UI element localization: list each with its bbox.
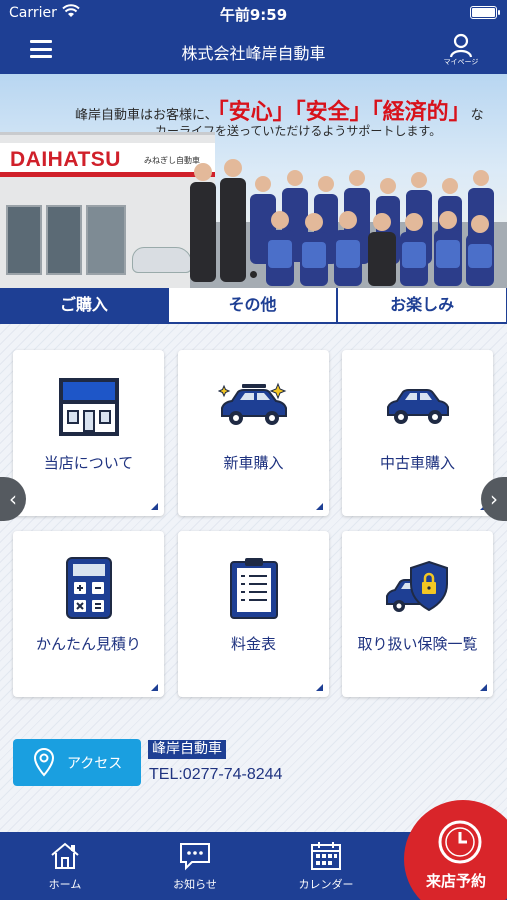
tab-fun[interactable]: お楽しみ	[338, 288, 507, 322]
chevron-right-icon: ›	[490, 487, 498, 511]
tile-label: 料金表	[230, 635, 276, 653]
status-time: 午前9:59	[219, 6, 288, 24]
nav-calendar[interactable]: カレンダー	[281, 840, 371, 892]
nav-bar: 株式会社峰岸自動車 マイページ	[0, 28, 507, 74]
chevron-left-icon: ‹	[9, 487, 17, 511]
access-button-label: アクセス	[67, 756, 123, 772]
tile-label: 当店について	[43, 454, 134, 472]
mypage-button[interactable]: マイページ	[443, 33, 479, 67]
hero-tagline-post: な	[470, 108, 484, 123]
hero-banner[interactable]: 峰岸自動車はお客様に、「安心」「安全」「経済的」な カーライフを送っていただける…	[0, 74, 507, 288]
price-list-icon	[229, 558, 278, 619]
nav-home[interactable]: ホーム	[20, 840, 110, 892]
user-icon	[449, 33, 473, 58]
page-title: 株式会社峰岸自動車	[181, 44, 326, 63]
top-bar: Carrier 午前9:59 株式会社峰岸自動車 マイページ	[0, 0, 507, 74]
nav-news[interactable]: お知らせ	[150, 840, 240, 892]
category-tabs: ご購入 その他 お楽しみ	[0, 288, 507, 332]
carousel-dots[interactable]	[0, 263, 507, 282]
store-sign: DAIHATSU みねぎし自動車	[0, 143, 215, 177]
tile-label: かんたん見積り	[35, 635, 141, 653]
new-car-icon	[217, 382, 287, 425]
insurance-icon	[385, 560, 448, 612]
tile-label: 中古車購入	[379, 454, 455, 472]
clock-icon	[438, 820, 482, 864]
corner-arrow-icon	[151, 503, 158, 510]
map-pin-icon	[33, 747, 55, 777]
corner-arrow-icon	[151, 684, 158, 691]
tile-insurance[interactable]: 取り扱い保険一覧	[342, 531, 493, 697]
carousel-dot-active[interactable]	[250, 271, 257, 278]
shop-name-badge: 峰岸自動車	[148, 740, 226, 759]
tile-new-car[interactable]: 新車購入	[178, 350, 329, 516]
nav-calendar-label: カレンダー	[298, 878, 354, 891]
tile-label: 取り扱い保険一覧	[357, 635, 478, 653]
corner-arrow-icon	[480, 684, 487, 691]
corner-arrow-icon	[316, 503, 323, 510]
nav-news-label: お知らせ	[173, 878, 217, 891]
calculator-icon	[65, 557, 112, 619]
chat-bubble-icon	[180, 843, 210, 871]
tile-label: 新車購入	[223, 454, 284, 472]
nav-home-label: ホーム	[48, 878, 82, 891]
hero-tagline-pre: 峰岸自動車はお客様に、	[75, 108, 218, 123]
reserve-label: 来店予約	[426, 872, 487, 890]
tab-purchase[interactable]: ご購入	[0, 288, 168, 332]
store-brand: DAIHATSU	[10, 148, 121, 171]
mypage-label: マイページ	[443, 58, 479, 66]
access-button[interactable]: アクセス	[13, 739, 141, 786]
tile-estimate[interactable]: かんたん見積り	[13, 531, 164, 697]
tile-about-shop[interactable]: 当店について	[13, 350, 164, 516]
battery-icon	[470, 6, 500, 19]
status-bar: Carrier 午前9:59	[0, 0, 507, 28]
used-car-icon	[386, 389, 449, 424]
home-icon	[51, 842, 79, 869]
corner-arrow-icon	[316, 684, 323, 691]
tile-price-list[interactable]: 料金表	[178, 531, 329, 697]
shop-icon	[58, 378, 119, 436]
calendar-icon	[311, 842, 341, 870]
tile-used-car[interactable]: 中古車購入	[342, 350, 493, 516]
shop-phone[interactable]: TEL:0277-74-8244	[149, 766, 282, 784]
tab-other[interactable]: その他	[168, 288, 337, 322]
